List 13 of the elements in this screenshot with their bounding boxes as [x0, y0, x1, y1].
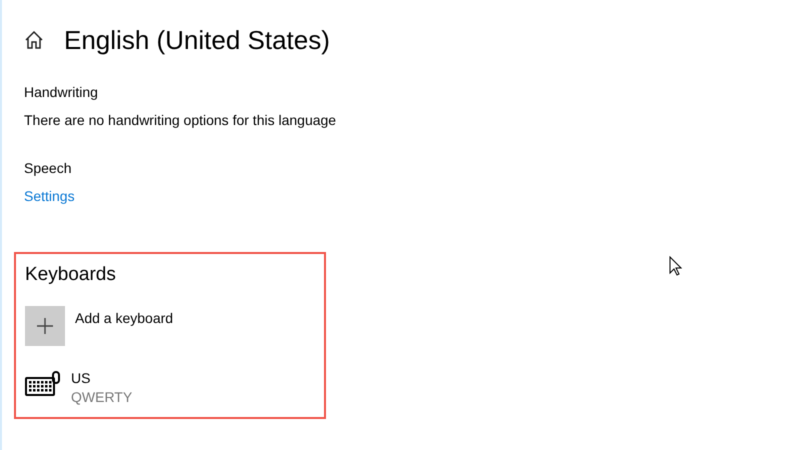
home-icon[interactable] — [24, 30, 44, 50]
keyboard-icon — [25, 370, 61, 398]
section-heading: Handwriting — [24, 84, 99, 100]
info-text: There are no handwriting options for this language — [24, 112, 338, 128]
plus-icon — [36, 317, 54, 335]
page-title: English (United States) — [64, 24, 330, 56]
section-heading: Keyboards — [25, 264, 117, 286]
keyboard-layout-name: US — [71, 369, 92, 386]
add-keyboard-button[interactable]: Add a keyboard — [25, 306, 315, 346]
settings-link[interactable]: Settings — [24, 188, 75, 204]
keyboard-layout-type: QWERTY — [71, 389, 132, 405]
section-heading: Speech — [24, 160, 72, 176]
mouse-cursor-icon — [669, 256, 682, 276]
